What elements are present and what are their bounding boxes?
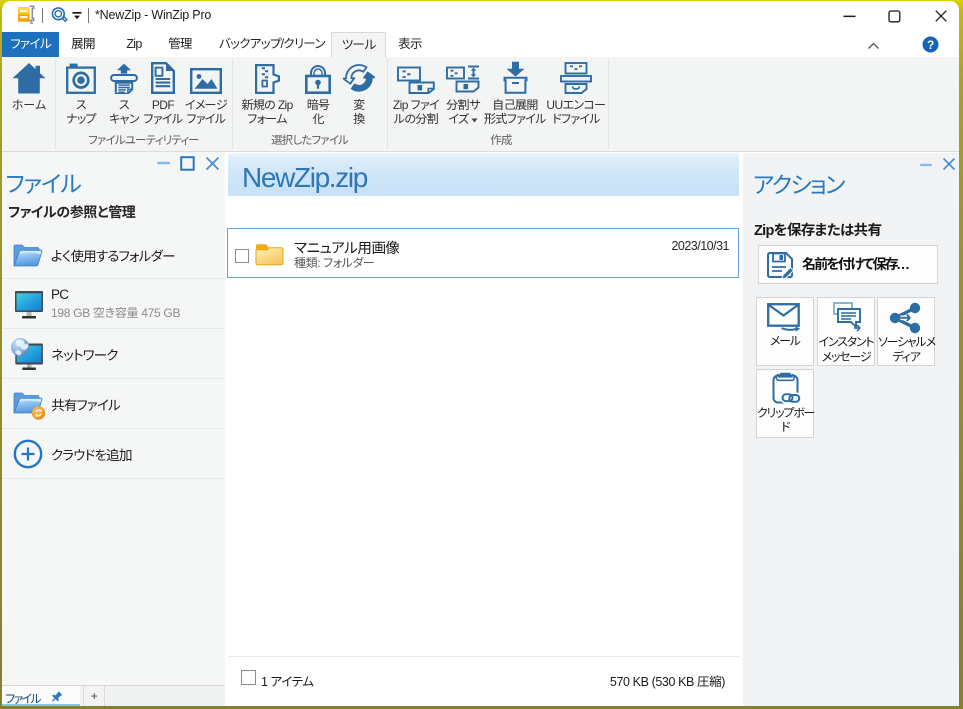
svg-text:?: ? bbox=[927, 38, 934, 52]
